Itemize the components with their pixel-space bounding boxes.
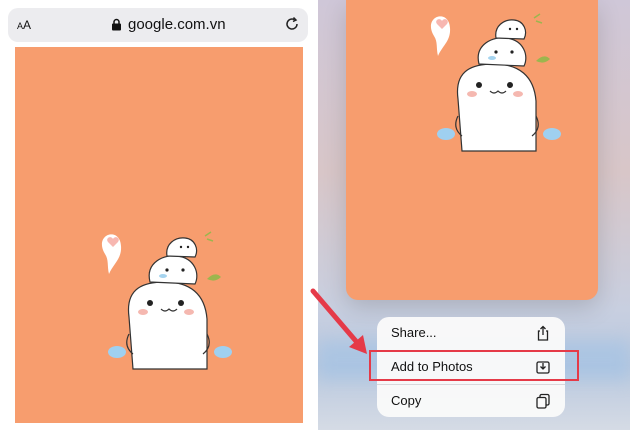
url-text: google.com.vn xyxy=(128,16,226,33)
mascot-illustration xyxy=(430,13,561,152)
highlight-box xyxy=(369,350,579,381)
menu-item-label: Copy xyxy=(391,393,422,408)
text-size-button[interactable]: AA xyxy=(17,18,31,32)
copy-icon xyxy=(536,393,550,409)
safari-page-panel: AA google.com.vn xyxy=(0,0,312,430)
wallpaper-image[interactable] xyxy=(15,47,303,423)
lock-icon xyxy=(112,18,121,31)
address-bar[interactable]: AA google.com.vn xyxy=(8,8,308,42)
menu-item-label: Share... xyxy=(391,325,437,340)
menu-item-copy[interactable]: Copy xyxy=(377,385,565,418)
image-preview xyxy=(346,0,598,300)
menu-item-share[interactable]: Share... xyxy=(377,317,565,350)
mascot-illustration xyxy=(101,231,232,370)
share-icon xyxy=(537,325,549,341)
pointer-arrow xyxy=(310,288,367,354)
reload-icon[interactable] xyxy=(284,16,300,32)
